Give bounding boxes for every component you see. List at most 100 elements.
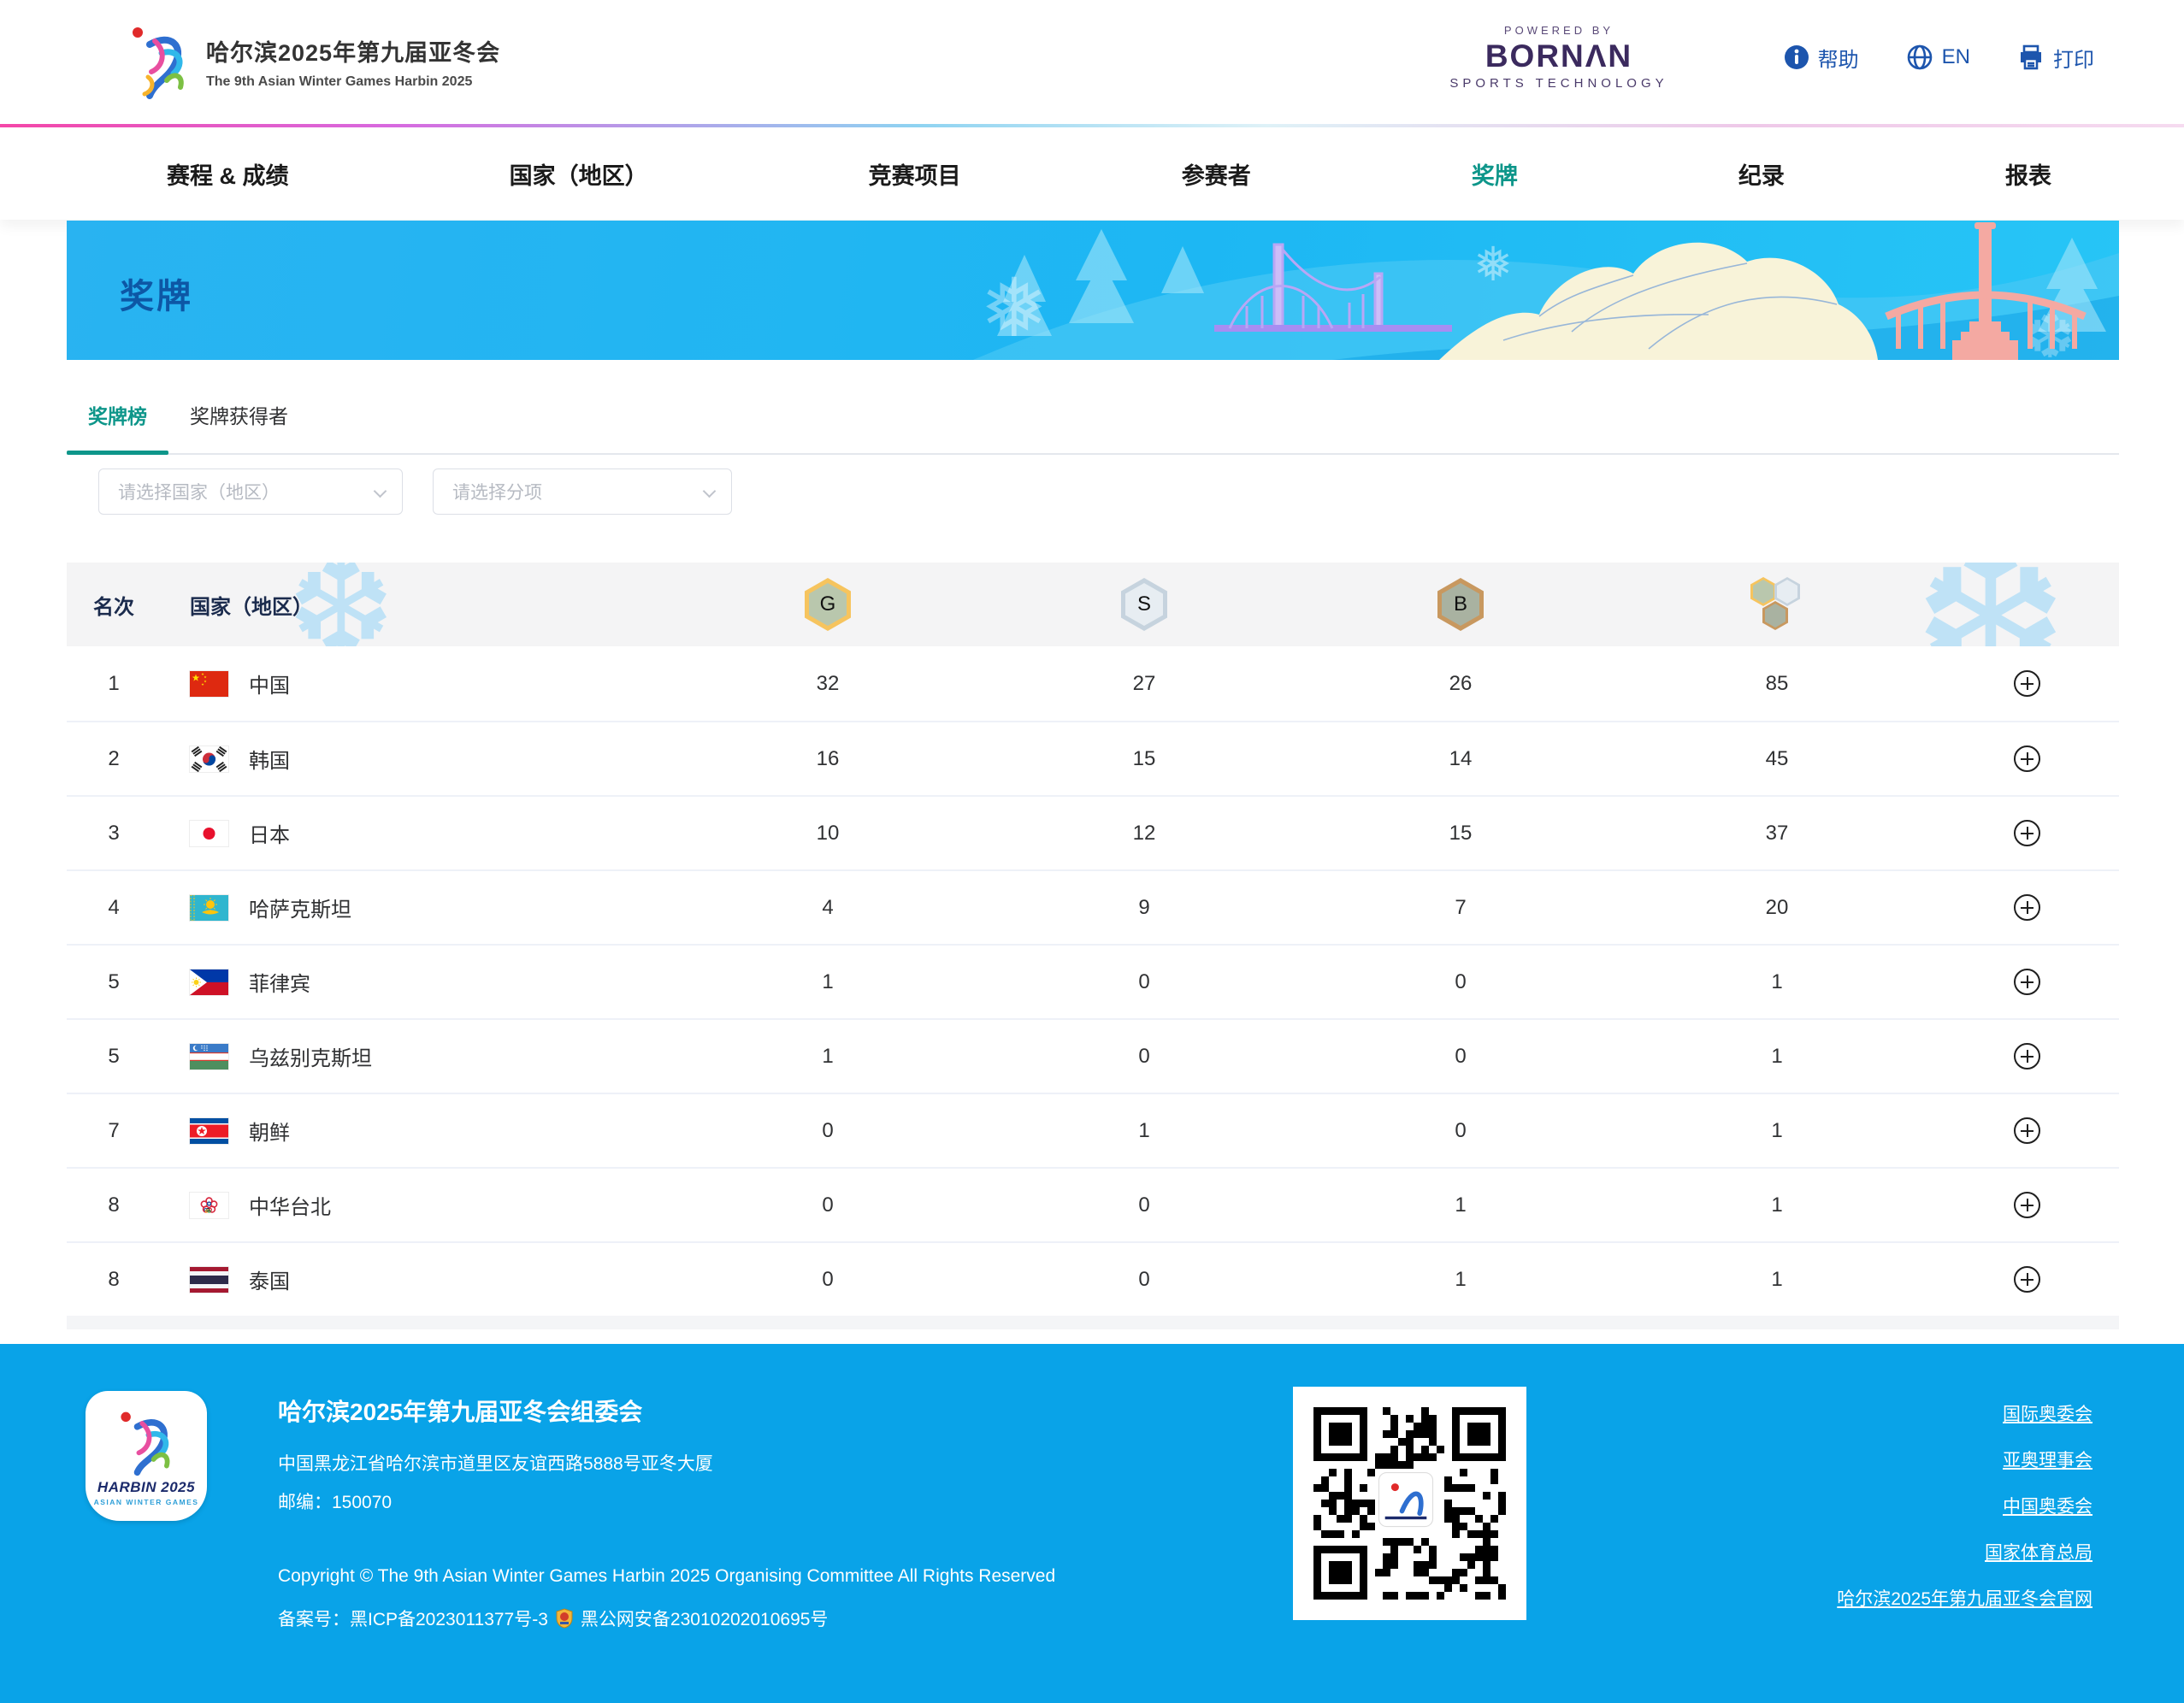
printer-icon <box>2017 44 2045 71</box>
rank-column-header: 名次 <box>93 590 134 620</box>
country-filter-select[interactable]: 请选择国家（地区） <box>98 468 403 515</box>
site-subtitle: The 9th Asian Winter Games Harbin 2025 <box>206 74 500 90</box>
rank-value: 7 <box>108 1119 119 1143</box>
rank-value: 4 <box>108 896 119 920</box>
medal-table-row: 3 日本 10 12 15 37 <box>67 795 2119 869</box>
page-banner: 奖牌 ❅ ❅ ❆ <box>67 221 2119 360</box>
banner-illustration: ❅ ❅ ❆ <box>973 221 2119 360</box>
total-count: 1 <box>1619 1268 1935 1292</box>
discipline-filter-select[interactable]: 请选择分项 <box>433 468 732 515</box>
nav-item-1[interactable]: 国家（地区） <box>510 157 648 191</box>
bronze-count: 7 <box>1302 896 1619 920</box>
silver-count: 0 <box>986 970 1302 994</box>
country-filter-placeholder: 请选择国家（地区） <box>118 479 280 504</box>
country-flag-icon-jp <box>190 821 228 846</box>
page: 哈尔滨2025年第九届亚冬会 The 9th Asian Winter Game… <box>0 0 2184 1703</box>
nav-item-2[interactable]: 竞赛项目 <box>869 157 961 191</box>
country-column-header: 国家（地区） <box>190 590 313 620</box>
medal-table: ❆ ❆ 名次 国家（地区） ❋G ❋S ❋B ❋ ❋ ❋ <box>67 563 2119 1329</box>
language-label: EN <box>1942 45 1970 69</box>
nav-item-5[interactable]: 纪录 <box>1738 157 1785 191</box>
gold-count: 0 <box>670 1193 986 1217</box>
table-bottom-strip <box>67 1316 2119 1329</box>
medal-table-row: 2 韩国 16 15 14 45 <box>67 721 2119 795</box>
footer-link-3[interactable]: 国家体育总局 <box>1837 1539 2093 1565</box>
rank-value: 8 <box>108 1268 119 1292</box>
footer-link-2[interactable]: 中国奥委会 <box>1837 1493 2093 1518</box>
bronze-count: 14 <box>1302 747 1619 771</box>
medal-table-row: 5 乌兹别克斯坦 1 0 0 1 <box>67 1018 2119 1093</box>
header: 哈尔滨2025年第九届亚冬会 The 9th Asian Winter Game… <box>0 0 2184 124</box>
expand-row-button[interactable] <box>2014 745 2040 772</box>
tab-0[interactable]: 奖牌榜 <box>67 391 168 453</box>
svg-text:❅: ❅ <box>980 263 1048 354</box>
language-button[interactable]: EN <box>1906 44 1970 71</box>
gold-count: 0 <box>670 1268 986 1292</box>
country-flag-icon-cn <box>190 671 228 697</box>
gold-count: 1 <box>670 1045 986 1069</box>
nav-item-3[interactable]: 参赛者 <box>1182 157 1251 191</box>
expand-row-button[interactable] <box>2014 1266 2040 1293</box>
chevron-down-icon <box>703 485 717 498</box>
rank-value: 5 <box>108 970 119 994</box>
rank-value: 8 <box>108 1193 119 1217</box>
bronze-medal-icon: ❋B <box>1437 578 1484 631</box>
gold-medal-icon: ❋G <box>805 578 851 631</box>
nav-item-4[interactable]: 奖牌 <box>1472 157 1518 191</box>
total-count: 1 <box>1619 1193 1935 1217</box>
footer-copyright: Copyright © The 9th Asian Winter Games H… <box>278 1566 1055 1587</box>
footer-link-4[interactable]: 哈尔滨2025年第九届亚冬会官网 <box>1837 1585 2093 1611</box>
total-count: 1 <box>1619 970 1935 994</box>
total-count: 85 <box>1619 672 1935 696</box>
gold-count: 10 <box>670 822 986 846</box>
expand-row-button[interactable] <box>2014 894 2040 921</box>
globe-icon <box>1906 44 1933 71</box>
snowflake-decoration-icon: ❆ <box>1914 563 2068 646</box>
police-badge-icon <box>555 1608 574 1629</box>
expand-row-button[interactable] <box>2014 1117 2040 1144</box>
expand-row-button[interactable] <box>2014 1043 2040 1070</box>
rank-value: 3 <box>108 822 119 846</box>
country-name: 韩国 <box>249 744 290 774</box>
bronze-count: 15 <box>1302 822 1619 846</box>
footer-link-0[interactable]: 国际奥委会 <box>1837 1400 2093 1426</box>
country-name: 乌兹别克斯坦 <box>249 1041 372 1071</box>
footer-logo-subtitle: ASIAN WINTER GAMES <box>94 1498 199 1506</box>
discipline-filter-placeholder: 请选择分项 <box>452 479 542 504</box>
silver-count: 0 <box>986 1193 1302 1217</box>
expand-row-button[interactable] <box>2014 969 2040 995</box>
nav-item-0[interactable]: 赛程 & 成绩 <box>167 157 289 191</box>
footer-address: 中国黑龙江省哈尔滨市道里区友谊西路5888号亚冬大厦 <box>278 1450 713 1476</box>
total-count: 37 <box>1619 822 1935 846</box>
bronze-count: 1 <box>1302 1268 1619 1292</box>
country-flag-icon-kr <box>190 746 228 772</box>
rank-value: 1 <box>108 672 119 696</box>
print-button[interactable]: 打印 <box>2017 43 2094 73</box>
tab-1[interactable]: 奖牌获得者 <box>168 391 310 453</box>
powered-by-label: POWERED BY <box>1449 24 1668 37</box>
medal-table-row: 7 朝鲜 0 1 0 1 <box>67 1093 2119 1167</box>
total-count: 1 <box>1619 1119 1935 1143</box>
medal-table-row: 8 泰国 0 0 1 1 <box>67 1241 2119 1316</box>
brand-name: BORNΛN <box>1449 38 1668 74</box>
help-label: 帮助 <box>1818 43 1859 73</box>
site-title: 哈尔滨2025年第九届亚冬会 <box>206 34 500 68</box>
silver-count: 12 <box>986 822 1302 846</box>
footer-link-1[interactable]: 亚奥理事会 <box>1837 1447 2093 1472</box>
expand-row-button[interactable] <box>2014 670 2040 697</box>
country-flag-icon-uz <box>190 1044 228 1070</box>
bronze-count: 0 <box>1302 970 1619 994</box>
silver-medal-icon: ❋S <box>1121 578 1167 631</box>
svg-text:❅: ❅ <box>1473 238 1513 291</box>
gold-count: 16 <box>670 747 986 771</box>
help-button[interactable]: 帮助 <box>1784 43 1859 73</box>
country-name: 泰国 <box>249 1264 290 1294</box>
nav-item-6[interactable]: 报表 <box>2005 157 2051 191</box>
footer-org-name: 哈尔滨2025年第九届亚冬会组委会 <box>278 1394 642 1428</box>
expand-row-button[interactable] <box>2014 1192 2040 1218</box>
bornan-logo: POWERED BY BORNΛN SPORTS TECHNOLOGY <box>1449 24 1668 91</box>
expand-row-button[interactable] <box>2014 820 2040 846</box>
silver-count: 0 <box>986 1268 1302 1292</box>
bronze-count: 0 <box>1302 1045 1619 1069</box>
country-name: 中华台北 <box>249 1190 331 1220</box>
